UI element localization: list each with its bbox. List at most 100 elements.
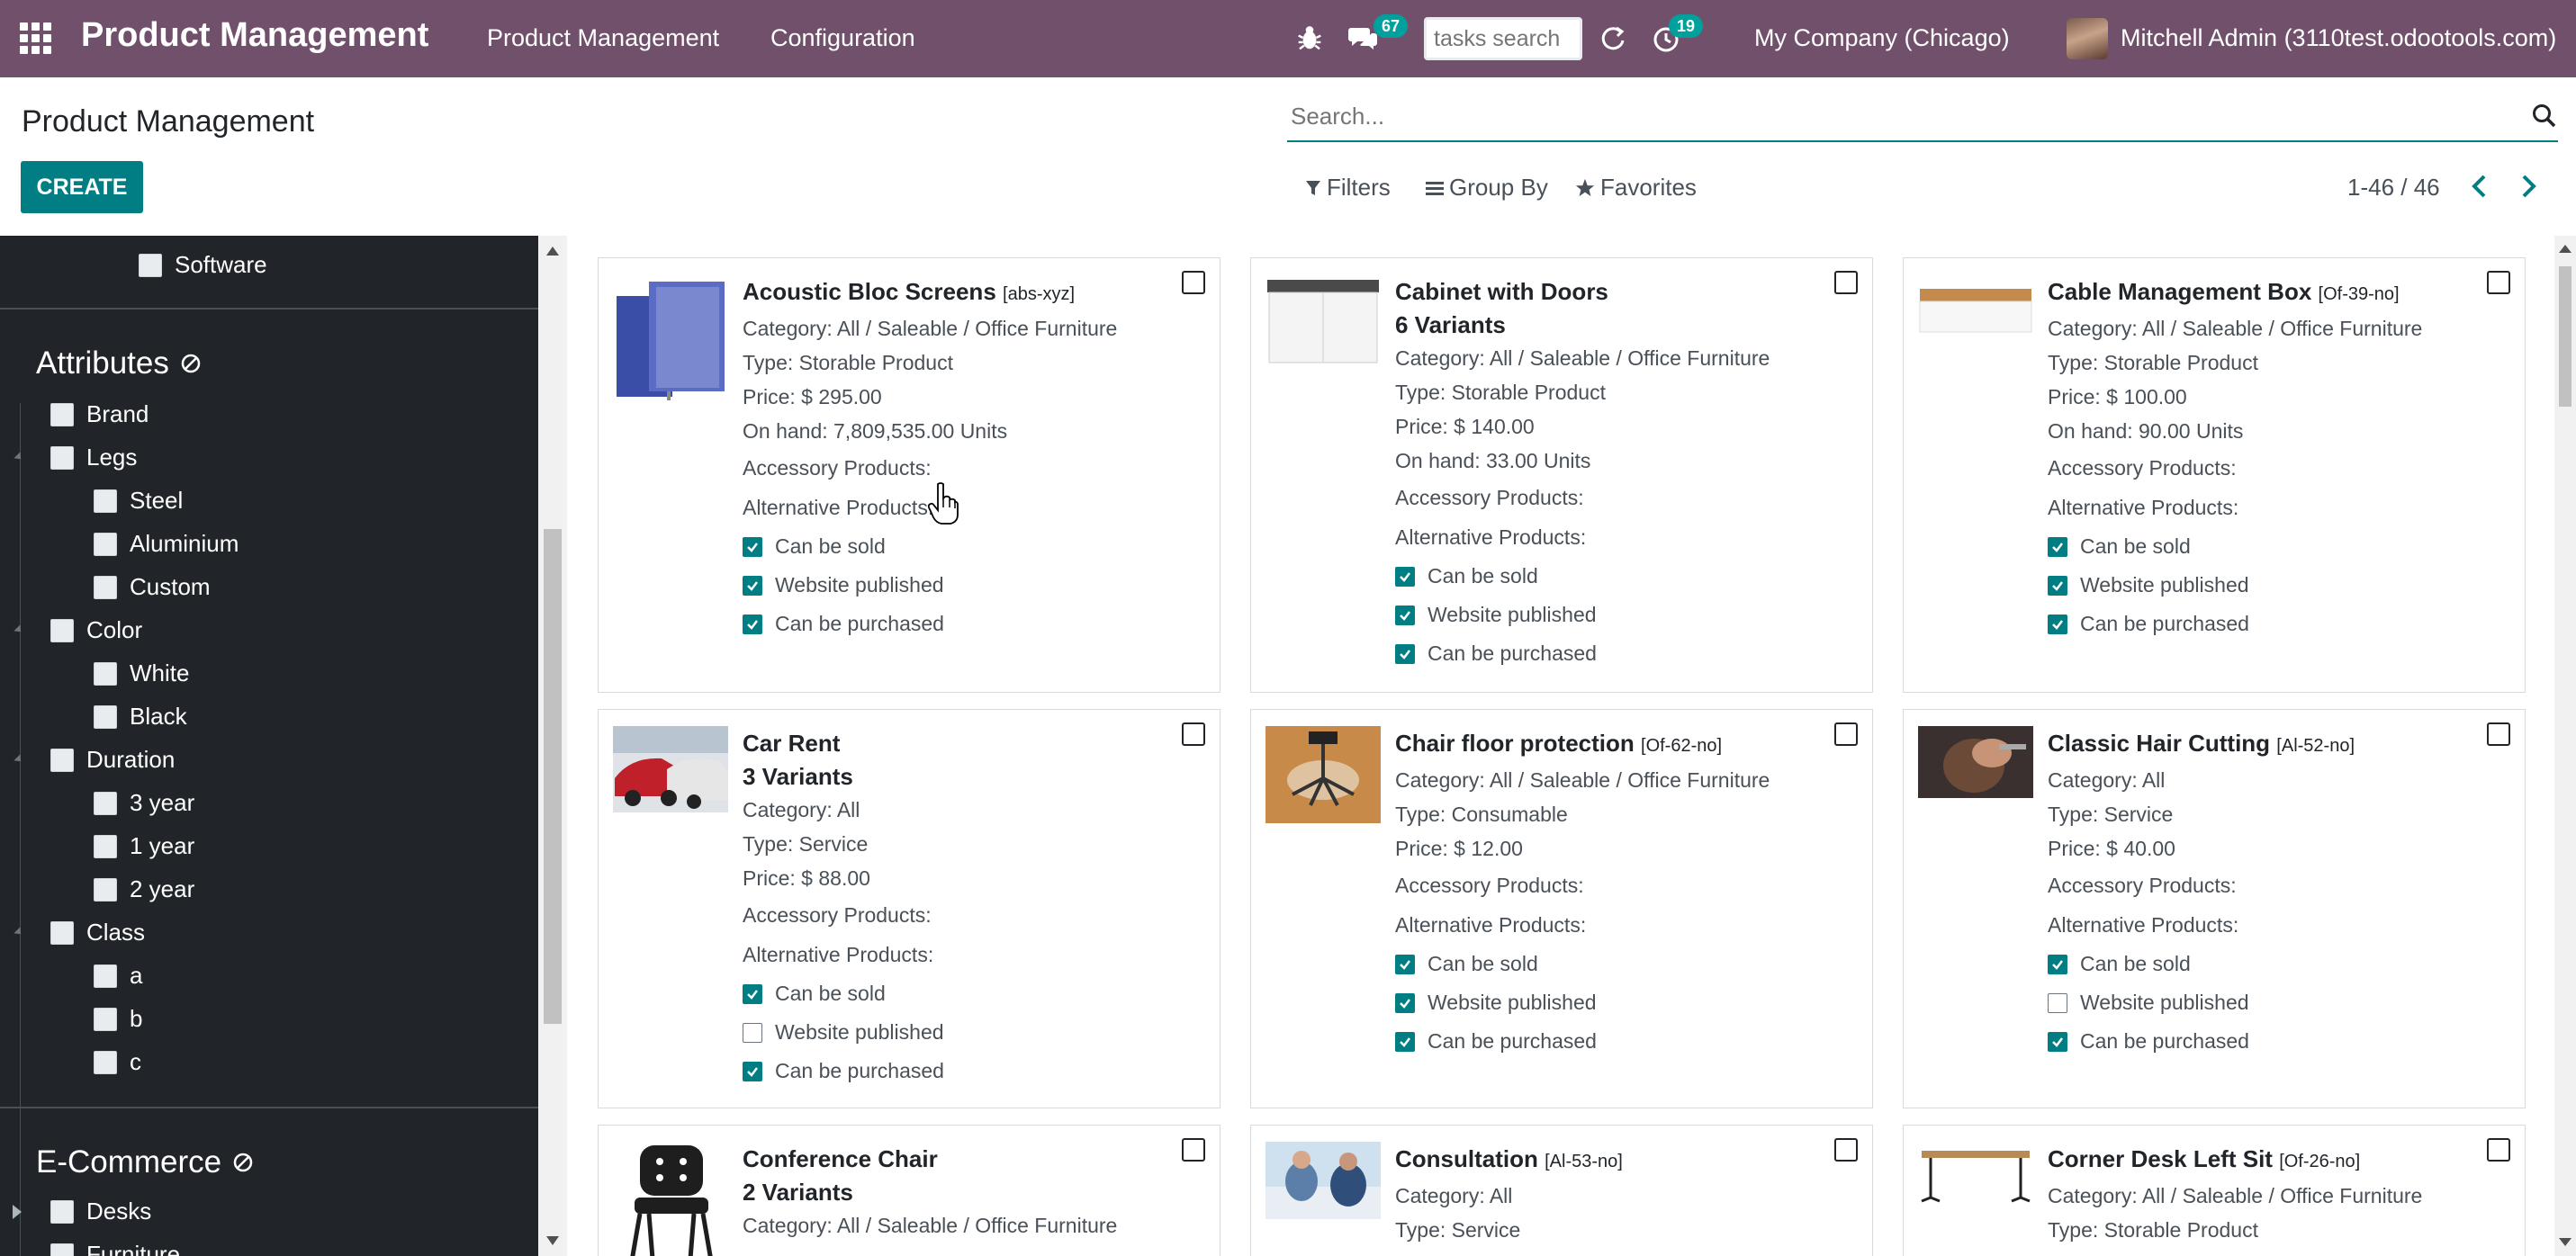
sidebar-item-legs[interactable]: Legs xyxy=(50,444,137,471)
checkbox[interactable] xyxy=(94,791,117,815)
product-card-conference-chair[interactable]: Conference Chair 2 Variants Category: Al… xyxy=(598,1125,1220,1256)
menu-product-management[interactable]: Product Management xyxy=(487,24,719,52)
checkbox[interactable] xyxy=(94,575,117,599)
product-card-chair-floor-protection[interactable]: Chair floor protection [Of-62-no] Catego… xyxy=(1250,709,1873,1108)
product-card-cable-management-box[interactable]: Cable Management Box [Of-39-no] Category… xyxy=(1903,257,2526,693)
scrollbar-thumb[interactable] xyxy=(544,529,562,1024)
collapse-caret-icon[interactable] xyxy=(14,624,24,635)
sidebar-item-b[interactable]: b xyxy=(94,1005,142,1033)
sidebar-item-custom[interactable]: Custom xyxy=(94,573,211,601)
accessory-products-label: Accessory Products: xyxy=(2048,874,2237,897)
sidebar-item-steel[interactable]: Steel xyxy=(94,487,183,515)
checkbox[interactable] xyxy=(50,748,74,772)
pager-value[interactable]: 1-46 / 46 xyxy=(2347,174,2440,202)
checkbox[interactable] xyxy=(94,532,117,556)
product-card-acoustic-bloc-screens[interactable]: Acoustic Bloc Screens [abs-xyz] Category… xyxy=(598,257,1220,693)
product-card-car-rent[interactable]: Car Rent 3 Variants Category: All Type: … xyxy=(598,709,1220,1108)
search-icon[interactable] xyxy=(2531,103,2558,130)
menu-configuration[interactable]: Configuration xyxy=(770,24,915,52)
card-select-checkbox[interactable] xyxy=(2487,1138,2510,1162)
checkbox[interactable] xyxy=(50,1243,74,1256)
debug-bug-icon[interactable] xyxy=(1296,23,1323,52)
main-scrollbar[interactable] xyxy=(2554,236,2576,1256)
card-select-checkbox[interactable] xyxy=(1182,271,1205,294)
checkbox[interactable] xyxy=(94,1007,117,1031)
sidebar-item-furniture[interactable]: Furniture xyxy=(50,1241,180,1256)
checkbox[interactable] xyxy=(94,489,117,513)
sidebar-item-desks[interactable]: Desks xyxy=(50,1198,151,1225)
checkbox[interactable] xyxy=(50,920,74,945)
pager-previous-icon[interactable] xyxy=(2464,169,2495,203)
create-button[interactable]: CREATE xyxy=(21,161,143,213)
tasks-search-input[interactable] xyxy=(1424,17,1582,60)
card-select-checkbox[interactable] xyxy=(1834,722,1858,746)
sidebar-item-class[interactable]: Class xyxy=(50,919,145,946)
sidebar-scrollbar[interactable] xyxy=(538,236,567,1256)
sidebar-item-white[interactable]: White xyxy=(94,659,189,687)
collapse-caret-icon[interactable] xyxy=(14,754,24,765)
website-published-field: Website published xyxy=(2048,983,2481,1022)
alternative-products-label: Alternative Products: xyxy=(743,496,934,519)
user-avatar[interactable] xyxy=(2067,18,2108,59)
scroll-down-arrow-icon[interactable] xyxy=(2559,1238,2571,1246)
checkbox[interactable] xyxy=(50,445,74,470)
sidebar-item-duration[interactable]: Duration xyxy=(50,746,175,774)
company-switcher[interactable]: My Company (Chicago) xyxy=(1754,24,2010,52)
product-card-consultation[interactable]: Consultation [Al-53-no] Category: All Ty… xyxy=(1250,1125,1873,1256)
clear-ban-icon[interactable] xyxy=(232,1152,254,1173)
checkbox[interactable] xyxy=(50,402,74,426)
user-menu[interactable]: Mitchell Admin (3110test.odootools.com) xyxy=(2121,24,2556,52)
product-category: Category: All / Saleable / Office Furnit… xyxy=(1395,768,1770,792)
group-by-button[interactable]: Group By xyxy=(1426,174,1548,202)
sidebar-item-black[interactable]: Black xyxy=(94,703,187,731)
product-category: Category: All / Saleable / Office Furnit… xyxy=(2048,317,2423,340)
scroll-up-arrow-icon[interactable] xyxy=(546,247,559,256)
sidebar-item-color[interactable]: Color xyxy=(50,616,142,644)
scroll-down-arrow-icon[interactable] xyxy=(546,1236,559,1245)
checkbox[interactable] xyxy=(50,1199,74,1224)
sidebar-item-a[interactable]: a xyxy=(94,962,142,990)
pager-next-icon[interactable] xyxy=(2513,169,2544,203)
scrollbar-thumb[interactable] xyxy=(2559,266,2571,407)
product-variants: 3 Variants xyxy=(743,763,853,790)
card-select-checkbox[interactable] xyxy=(1182,1138,1205,1162)
refresh-icon[interactable] xyxy=(1599,24,1627,53)
collapse-caret-icon[interactable] xyxy=(14,452,24,462)
scroll-up-arrow-icon[interactable] xyxy=(2559,245,2571,253)
search-input[interactable] xyxy=(1287,94,2558,139)
checkbox[interactable] xyxy=(94,877,117,902)
sidebar-item-label: Color xyxy=(86,616,143,643)
sidebar-item-1-year[interactable]: 1 year xyxy=(94,832,194,860)
checkbox[interactable] xyxy=(94,964,117,988)
product-card-cabinet-with-doors[interactable]: Cabinet with Doors 6 Variants Category: … xyxy=(1250,257,1873,693)
sidebar-item-software[interactable]: Software xyxy=(139,251,267,279)
sidebar-item-c[interactable]: c xyxy=(94,1048,141,1076)
sidebar-item-3-year[interactable]: 3 year xyxy=(94,789,194,817)
app-brand[interactable]: Product Management xyxy=(81,16,428,55)
apps-menu-icon[interactable] xyxy=(20,22,52,55)
filters-button[interactable]: Filters xyxy=(1305,174,1391,202)
card-select-checkbox[interactable] xyxy=(2487,722,2510,746)
checkbox[interactable] xyxy=(50,618,74,642)
card-select-checkbox[interactable] xyxy=(1834,271,1858,294)
checkbox[interactable] xyxy=(139,253,162,277)
checkbox[interactable] xyxy=(94,704,117,729)
sidebar-item-aluminium[interactable]: Aluminium xyxy=(94,530,239,558)
card-select-checkbox[interactable] xyxy=(1834,1138,1858,1162)
clear-ban-icon[interactable] xyxy=(180,353,202,374)
product-type: Type: Storable Product xyxy=(743,351,953,374)
card-select-checkbox[interactable] xyxy=(2487,271,2510,294)
checkbox[interactable] xyxy=(94,661,117,686)
expand-caret-icon[interactable] xyxy=(13,1205,22,1219)
favorites-button[interactable]: Favorites xyxy=(1575,174,1697,202)
checkbox[interactable] xyxy=(94,1050,117,1074)
card-select-checkbox[interactable] xyxy=(1182,722,1205,746)
product-type: Type: Storable Product xyxy=(1395,381,1606,404)
sidebar-item-2-year[interactable]: 2 year xyxy=(94,875,194,903)
collapse-caret-icon[interactable] xyxy=(14,927,24,938)
product-card-classic-hair-cutting[interactable]: Classic Hair Cutting [Al-52-no] Category… xyxy=(1903,709,2526,1108)
sidebar-item-brand[interactable]: Brand xyxy=(50,400,149,428)
product-card-corner-desk-left-sit[interactable]: Corner Desk Left Sit [Of-26-no] Category… xyxy=(1903,1125,2526,1256)
checkbox[interactable] xyxy=(94,834,117,858)
sidebar-item-label: Aluminium xyxy=(130,530,239,557)
